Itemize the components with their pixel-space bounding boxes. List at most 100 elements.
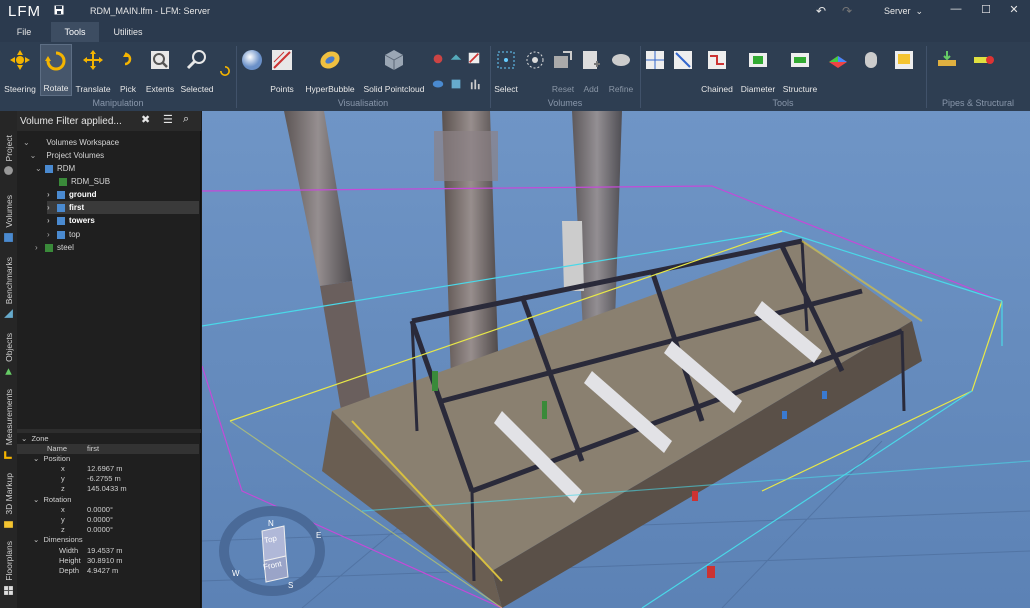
prop-position[interactable]: ⌄ Position — [33, 454, 70, 464]
reset-view-button[interactable] — [218, 44, 232, 96]
prop-height-value[interactable]: 30.8910 m — [87, 556, 122, 566]
tree-item-volumes-workspace[interactable]: ⌄ Volumes Workspace — [23, 136, 119, 149]
diameter-button[interactable]: Diameter — [738, 44, 778, 96]
layer-icon — [450, 54, 462, 60]
prop-width-value[interactable]: 19.4537 m — [87, 546, 122, 556]
tree-label: first — [69, 203, 85, 212]
select-button[interactable]: Select — [492, 44, 520, 96]
structure-button[interactable]: Structure — [780, 44, 820, 96]
reset-volume-button[interactable]: Reset — [550, 44, 576, 96]
translate-button[interactable]: Translate — [74, 44, 112, 96]
title-bar: LFM RDM_MAIN.lfm - LFM: Server ↶ ↷ Serve… — [0, 0, 1030, 22]
measure-line-button[interactable] — [670, 44, 696, 96]
target-icon — [526, 51, 544, 69]
refine-volume-button[interactable]: Refine — [606, 44, 636, 96]
prop-pos-y-value[interactable]: -6.2755 m — [87, 474, 121, 484]
tree-item-rdm-sub[interactable]: RDM_SUB — [59, 175, 110, 188]
points-button[interactable]: Points — [266, 44, 298, 96]
prop-pos-x-value[interactable]: 12.6967 m — [87, 464, 122, 474]
tab-floorplans[interactable]: Floorplans — [0, 541, 17, 596]
search-icon[interactable]: ⌕ — [183, 113, 189, 126]
tab-utilities[interactable]: Utilities — [104, 22, 152, 42]
prop-rot-y-value[interactable]: 0.0000° — [87, 515, 113, 525]
save-icon[interactable] — [48, 5, 70, 18]
pipe-insert-button[interactable] — [930, 44, 964, 96]
redo-icon[interactable]: ↷ — [842, 4, 852, 18]
render-mode-button-5[interactable] — [448, 72, 464, 96]
tree-item-top[interactable]: › top — [47, 228, 80, 241]
tab-measurements[interactable]: Measurements — [0, 389, 17, 460]
tab-3d-markup[interactable]: 3D Markup — [0, 473, 17, 530]
server-dropdown[interactable]: Server ⌄ — [884, 6, 923, 17]
solid-pointcloud-button[interactable]: Solid Pointcloud — [362, 44, 426, 96]
rotate-button[interactable]: Rotate — [40, 44, 72, 96]
cylinder-button[interactable] — [856, 44, 886, 96]
extents-label: Extents — [145, 84, 175, 94]
add-volume-button[interactable]: Add — [578, 44, 604, 96]
prop-rot-x-value[interactable]: 0.0000° — [87, 505, 113, 515]
prop-name-value[interactable]: first — [87, 444, 99, 454]
steering-button[interactable]: Steering — [2, 44, 38, 96]
tab-tools[interactable]: Tools — [51, 22, 99, 42]
refresh-icon — [220, 66, 230, 76]
render-mode-button-4[interactable] — [430, 72, 446, 96]
prop-pos-x-key: x — [61, 464, 65, 473]
valve-icon — [974, 56, 994, 64]
render-mode-button-2[interactable] — [448, 46, 464, 70]
volume-target-button[interactable] — [522, 44, 548, 96]
close-button[interactable]: ✕ — [1004, 3, 1024, 16]
tree-label: steel — [57, 243, 74, 252]
structure-icon — [791, 53, 809, 67]
render-mode-button-3[interactable] — [466, 46, 482, 70]
tab-file[interactable]: File — [6, 22, 42, 42]
sphere-button[interactable] — [240, 44, 264, 96]
tree-item-ground[interactable]: › ground — [47, 188, 97, 201]
prop-dimensions[interactable]: ⌄ Dimensions — [33, 535, 83, 545]
pick-button[interactable]: Pick — [114, 44, 142, 96]
prop-pos-z-value[interactable]: 145.0433 m — [87, 484, 127, 494]
tree-item-towers[interactable]: › towers — [47, 214, 95, 227]
tree-item-rdm[interactable]: ⌄ RDM — [35, 162, 75, 175]
tree-label: RDM — [57, 164, 76, 173]
tab-project[interactable]: Project — [0, 135, 17, 176]
pointcloud-scene — [202, 111, 1030, 608]
chevron-down-icon: ⌄ — [915, 6, 924, 16]
tree-item-steel[interactable]: › steel — [35, 241, 74, 254]
chevron-down-icon: ⌄ — [33, 495, 40, 504]
tab-benchmarks[interactable]: Benchmarks — [0, 257, 17, 319]
surface-button[interactable] — [822, 44, 854, 96]
3d-viewport[interactable]: Top Front N E S W — [202, 111, 1030, 608]
tree-item-project-volumes[interactable]: ⌄ Project Volumes — [23, 149, 104, 162]
clear-filter-icon[interactable]: ✖ — [141, 113, 150, 126]
prop-rot-z-value[interactable]: 0.0000° — [87, 525, 113, 535]
hyperbubble-button[interactable]: HyperBubble — [300, 44, 360, 96]
maximize-button[interactable]: ☐ — [976, 3, 996, 16]
prop-pos-y-key: y — [61, 474, 65, 483]
prop-zone-label: Zone — [31, 434, 49, 443]
render-mode-button-1[interactable] — [430, 46, 446, 70]
filter-icon[interactable]: ☰ — [163, 113, 173, 126]
cylinder-icon — [865, 52, 877, 68]
extents-button[interactable]: Extents — [144, 44, 176, 96]
panel-splitter[interactable] — [17, 429, 201, 433]
selected-button[interactable]: Selected — [178, 44, 216, 96]
translate-label: Translate — [75, 84, 111, 94]
undo-icon[interactable]: ↶ — [816, 4, 826, 18]
tab-objects[interactable]: Objects — [0, 333, 17, 377]
pipe-valve-button[interactable] — [966, 44, 1002, 96]
prop-zone[interactable]: ⌄ Zone — [21, 434, 49, 444]
compass-south: S — [288, 581, 294, 590]
prop-rotation[interactable]: ⌄ Rotation — [33, 495, 71, 505]
chained-button[interactable]: Chained — [698, 44, 736, 96]
minimize-button[interactable]: — — [946, 3, 966, 15]
tab-project-label: Project — [3, 135, 14, 162]
group-manipulation-label: Manipulation — [92, 98, 144, 108]
tree-item-first[interactable]: › first — [47, 201, 199, 214]
measure-grid-button[interactable] — [642, 44, 668, 96]
render-mode-button-6[interactable] — [466, 72, 488, 96]
points-icon — [272, 50, 292, 70]
prop-depth-value[interactable]: 4.9427 m — [87, 566, 118, 576]
annotate-button[interactable] — [888, 44, 920, 96]
volume-icon — [57, 216, 65, 225]
tab-volumes[interactable]: Volumes — [0, 195, 17, 243]
